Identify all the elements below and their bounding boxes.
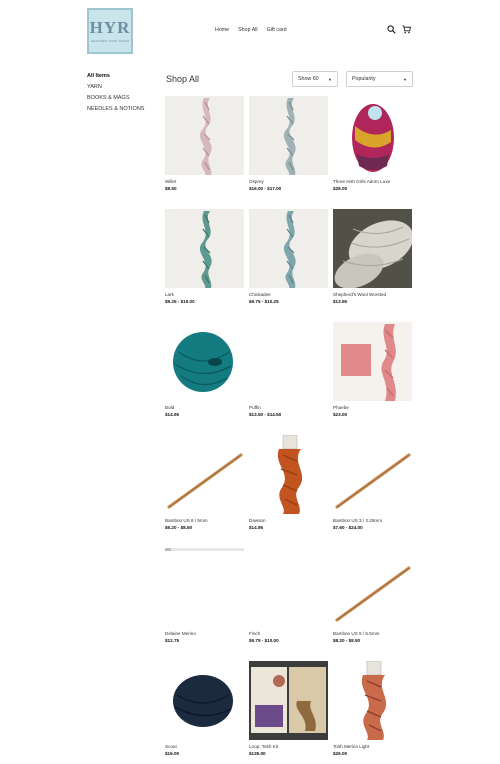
product-name[interactable]: Phoebe bbox=[333, 405, 412, 410]
product-name[interactable]: Delaine Merino bbox=[165, 631, 244, 636]
product-card-delaine-merino[interactable]: Delaine Merino $12.75 bbox=[165, 548, 244, 661]
product-name[interactable]: Willet bbox=[165, 179, 244, 184]
product-image[interactable] bbox=[165, 209, 244, 288]
product-price: $7.60 - $24.00 bbox=[333, 525, 363, 530]
product-image[interactable] bbox=[333, 322, 412, 401]
product-name[interactable]: Loop, Tosh Kit bbox=[249, 744, 328, 749]
show-count-value: Show 60 bbox=[298, 76, 319, 82]
product-image[interactable] bbox=[165, 548, 244, 627]
product-price: $8.20 - $8.50 bbox=[333, 638, 361, 643]
sort-value: Popularity bbox=[352, 76, 376, 82]
logo-subtitle: HEATHER YARN ROOM bbox=[90, 39, 130, 43]
cart-icon[interactable] bbox=[402, 25, 411, 34]
product-price: $23.00 bbox=[333, 412, 348, 417]
product-card-tosh-merino-light[interactable]: Tosh Merino Light $26.00 bbox=[333, 661, 412, 764]
main-nav: Home Shop All Gift card bbox=[215, 27, 287, 33]
product-name[interactable]: Bamboo US 9 / 5.5mm bbox=[333, 631, 412, 636]
product-card-puffin[interactable]: Puffin $13.50 - $14.50 bbox=[249, 322, 328, 435]
logo-text: HYR bbox=[89, 18, 131, 37]
product-name[interactable]: Bamboo US 3 / 3.25mm bbox=[333, 518, 412, 523]
product-image[interactable] bbox=[333, 548, 412, 627]
product-image[interactable] bbox=[333, 435, 412, 514]
product-card-loop-tosh-kit[interactable]: Loop, Tosh Kit $135.00 bbox=[249, 661, 328, 764]
product-card-bamboo-us-8-5mm[interactable]: Bamboo US 8 / 5mm $6.20 - $8.50 bbox=[165, 435, 244, 548]
product-image[interactable] bbox=[249, 548, 328, 627]
product-price: $16.00 - $17.00 bbox=[249, 186, 282, 191]
product-price: $12.75 bbox=[165, 638, 180, 643]
product-price: $13.50 - $14.50 bbox=[249, 412, 282, 417]
product-price: $6.20 - $8.50 bbox=[165, 525, 193, 530]
product-card-phoebe[interactable]: Phoebe $23.00 bbox=[333, 322, 412, 435]
product-image[interactable] bbox=[165, 661, 244, 740]
product-card-finch[interactable]: Finch $9.75 - $10.00 bbox=[249, 548, 328, 661]
product-name[interactable]: Chickadee bbox=[249, 292, 328, 297]
sidebar-item-books-mags[interactable]: BOOKS & MAGS bbox=[87, 95, 144, 101]
product-image[interactable] bbox=[165, 435, 244, 514]
product-card-bamboo-us-3-3-25mm[interactable]: Bamboo US 3 / 3.25mm $7.60 - $24.00 bbox=[333, 435, 412, 548]
product-name[interactable]: Lark bbox=[165, 292, 244, 297]
product-card-willet[interactable]: Willet $8.50 bbox=[165, 96, 244, 209]
caret-down-icon: ▼ bbox=[328, 76, 332, 82]
search-icon[interactable] bbox=[387, 25, 396, 34]
product-price: $9.75 - $10.00 bbox=[249, 638, 279, 643]
product-name[interactable]: Shepherd's Wool Worsted bbox=[333, 292, 412, 297]
product-price: $8.50 bbox=[165, 186, 177, 191]
product-image[interactable] bbox=[333, 96, 412, 175]
product-price: $135.00 bbox=[249, 751, 266, 756]
category-sidebar: All Items YARN BOOKS & MAGS NEEDLES & NO… bbox=[87, 73, 144, 112]
product-image[interactable] bbox=[333, 661, 412, 740]
product-price: $9.25 - $10.00 bbox=[165, 299, 195, 304]
product-name[interactable]: Bold bbox=[165, 405, 244, 410]
product-card-osprey[interactable]: Osprey $16.00 - $17.00 bbox=[249, 96, 328, 209]
product-price: $13.95 bbox=[333, 299, 348, 304]
sidebar-item-all-items[interactable]: All Items bbox=[87, 73, 144, 79]
product-price: $16.00 bbox=[165, 751, 180, 756]
store-logo[interactable]: HYR HEATHER YARN ROOM bbox=[87, 8, 133, 54]
product-name[interactable]: Three Irish Girls Adorn Luxe bbox=[333, 179, 412, 184]
nav-shop-all[interactable]: Shop All bbox=[238, 27, 257, 33]
product-image[interactable] bbox=[249, 322, 328, 401]
product-name[interactable]: Finch bbox=[249, 631, 328, 636]
product-price: $28.00 bbox=[333, 186, 348, 191]
product-name[interactable]: Puffin bbox=[249, 405, 328, 410]
product-card-scout[interactable]: Scout $16.00 bbox=[165, 661, 244, 764]
nav-home[interactable]: Home bbox=[215, 27, 229, 33]
product-name[interactable]: Osprey bbox=[249, 179, 328, 184]
product-name[interactable]: Scout bbox=[165, 744, 244, 749]
product-card-bold[interactable]: Bold $14.95 bbox=[165, 322, 244, 435]
caret-down-icon: ▼ bbox=[403, 76, 407, 82]
product-name[interactable]: Bamboo US 8 / 5mm bbox=[165, 518, 244, 523]
sort-select[interactable]: Popularity ▼ bbox=[346, 71, 413, 87]
product-card-chickadee[interactable]: Chickadee $9.75 - $10.25 bbox=[249, 209, 328, 322]
product-image[interactable] bbox=[165, 322, 244, 401]
product-image[interactable] bbox=[249, 435, 328, 514]
sidebar-item-yarn[interactable]: YARN bbox=[87, 84, 144, 90]
product-image[interactable] bbox=[333, 209, 412, 288]
product-name[interactable]: Dawson bbox=[249, 518, 328, 523]
product-price: $14.95 bbox=[165, 412, 180, 417]
product-card-dawson[interactable]: Dawson $14.95 bbox=[249, 435, 328, 548]
sidebar-item-needles-notions[interactable]: NEEDLES & NOTIONS bbox=[87, 106, 144, 112]
product-image[interactable] bbox=[249, 661, 328, 740]
page-title: Shop All bbox=[166, 74, 200, 84]
product-card-lark[interactable]: Lark $9.25 - $10.00 bbox=[165, 209, 244, 322]
product-image[interactable] bbox=[249, 96, 328, 175]
product-price: $26.00 bbox=[333, 751, 348, 756]
product-card-three-irish-girls-adorn-luxe[interactable]: Three Irish Girls Adorn Luxe $28.00 bbox=[333, 96, 412, 209]
product-card-bamboo-us-9-5-5mm[interactable]: Bamboo US 9 / 5.5mm $8.20 - $8.50 bbox=[333, 548, 412, 661]
product-image[interactable] bbox=[249, 209, 328, 288]
product-price: $9.75 - $10.25 bbox=[249, 299, 279, 304]
product-price: $14.95 bbox=[249, 525, 264, 530]
product-grid: Willet $8.50 Osprey $16.00 - $17.00 Three … bbox=[165, 96, 412, 764]
product-card-shepherd-s-wool-worsted[interactable]: Shepherd's Wool Worsted $13.95 bbox=[333, 209, 412, 322]
show-count-select[interactable]: Show 60 ▼ bbox=[292, 71, 338, 87]
product-image[interactable] bbox=[165, 96, 244, 175]
product-name[interactable]: Tosh Merino Light bbox=[333, 744, 412, 749]
nav-gift-card[interactable]: Gift card bbox=[267, 27, 287, 33]
